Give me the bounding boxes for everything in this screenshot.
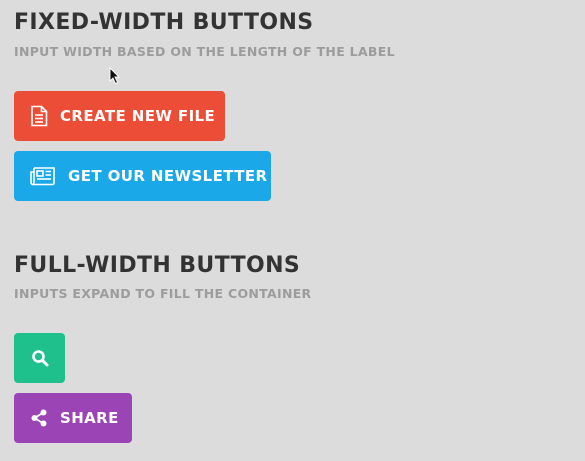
- create-new-file-button[interactable]: CREATE NEW FILE: [14, 91, 225, 141]
- newspaper-icon: [30, 165, 56, 187]
- fixed-width-subtitle: INPUT WIDTH BASED ON THE LENGTH OF THE L…: [14, 44, 395, 59]
- full-width-title: FULL-WIDTH BUTTONS: [14, 253, 301, 278]
- share-label: SHARE: [60, 409, 119, 427]
- mouse-cursor-icon: [109, 67, 121, 85]
- create-new-file-label: CREATE NEW FILE: [60, 107, 216, 125]
- share-button[interactable]: SHARE: [14, 393, 132, 443]
- share-icon: [30, 407, 48, 429]
- search-button[interactable]: [14, 333, 65, 383]
- search-icon: [29, 347, 51, 369]
- file-icon: [30, 105, 48, 127]
- get-newsletter-label: GET OUR NEWSLETTER: [68, 167, 268, 185]
- full-width-subtitle: INPUTS EXPAND TO FILL THE CONTAINER: [14, 286, 312, 301]
- fixed-width-title: FIXED-WIDTH BUTTONS: [14, 10, 314, 35]
- get-newsletter-button[interactable]: GET OUR NEWSLETTER: [14, 151, 271, 201]
